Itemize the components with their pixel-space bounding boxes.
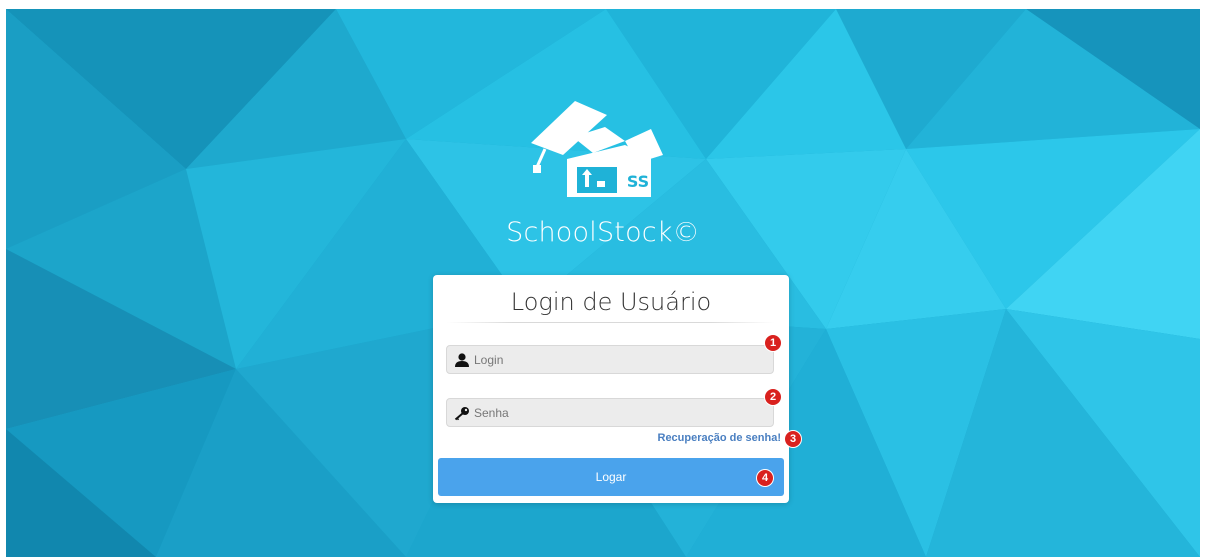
password-input[interactable] <box>474 399 764 426</box>
annotation-marker-3: 3 <box>785 431 801 447</box>
annotation-marker-2: 2 <box>765 389 781 405</box>
login-button[interactable]: Logar <box>438 458 784 496</box>
username-field[interactable] <box>446 345 774 374</box>
title-divider <box>447 322 775 323</box>
annotation-marker-4: 4 <box>757 470 773 486</box>
logo-badge-text: SS <box>627 172 649 191</box>
login-card: Login de Usuário Recuperação de senha! L… <box>433 275 801 503</box>
username-input[interactable] <box>474 346 764 373</box>
user-icon <box>455 353 469 367</box>
login-page: SS SchoolStock© Login de Usuário Recuper… <box>6 9 1200 557</box>
password-recovery-link[interactable]: Recuperação de senha! <box>658 432 782 444</box>
login-title: Login de Usuário <box>510 288 712 316</box>
app-name: SchoolStock© <box>506 217 700 248</box>
password-field[interactable] <box>446 398 774 427</box>
key-icon <box>454 407 469 421</box>
annotation-marker-1: 1 <box>765 335 781 351</box>
schoolstock-logo-icon: SS <box>531 101 663 197</box>
